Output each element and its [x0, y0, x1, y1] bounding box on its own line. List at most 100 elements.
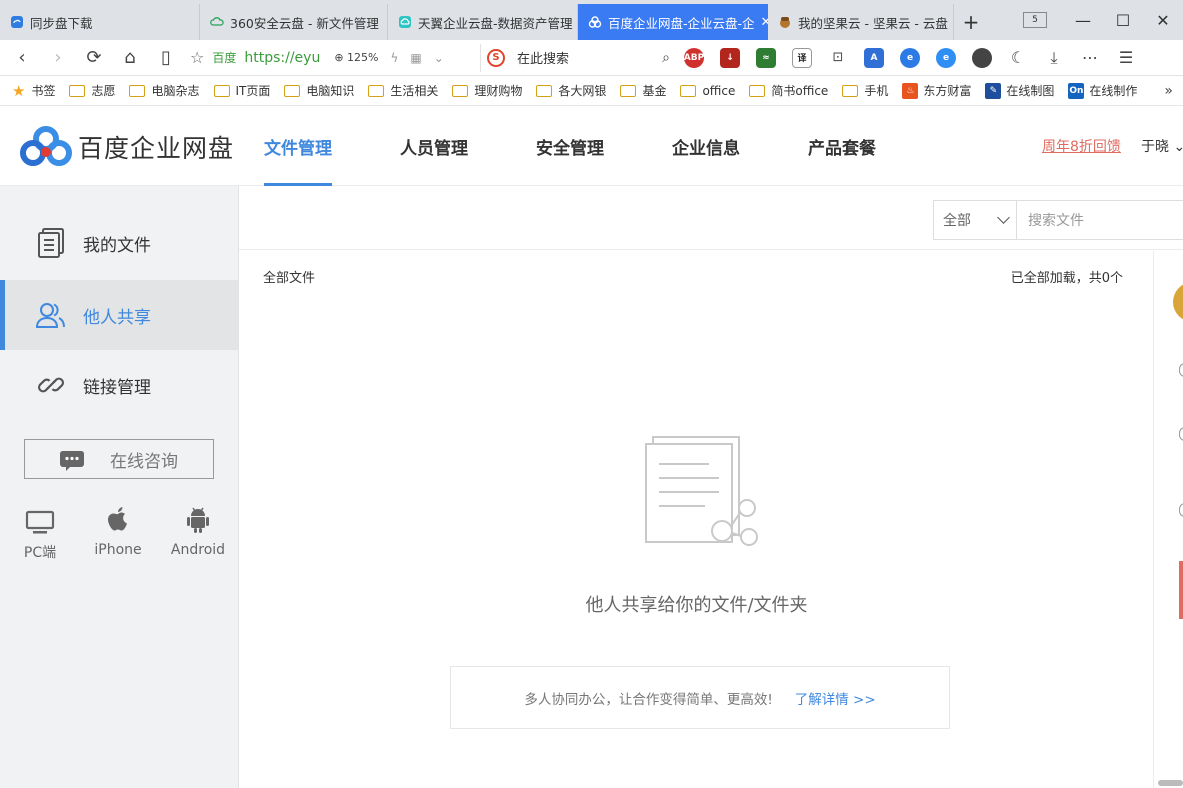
translate-icon[interactable]: 译: [784, 46, 820, 70]
url-box[interactable]: ☆ 百度 https://eyu ⊕ 125% ϟ ▦ ⌄: [190, 44, 480, 72]
nav-enterprise-info[interactable]: 企业信息: [672, 106, 740, 186]
bookmark-item[interactable]: ★ 书签: [12, 82, 55, 100]
browser-tab[interactable]: 我的坚果云 - 坚果云 - 云盘: [768, 4, 954, 40]
side-tool-icon[interactable]: [1179, 427, 1183, 441]
back-icon[interactable]: ‹: [4, 47, 40, 68]
menu-icon[interactable]: ☰: [1108, 46, 1144, 70]
bookmarks-bar: ★ 书签 志愿 电脑杂志 IT页面 电脑知识 生活相关 理财购物 各大网银 基金 …: [0, 76, 1183, 106]
sogou-search-icon[interactable]: S: [487, 48, 505, 67]
download-pc-client[interactable]: PC端: [20, 506, 60, 562]
tab-title: 天翼企业云盘-数据资产管理: [418, 15, 573, 31]
browser-tab[interactable]: 天翼企业云盘-数据资产管理: [388, 4, 578, 40]
side-tool-icon[interactable]: [1179, 503, 1183, 517]
more-options-icon[interactable]: ⋯: [1072, 46, 1108, 70]
browser-search-placeholder: 在此搜索: [517, 52, 570, 67]
chevron-down-icon: [997, 211, 1010, 224]
browser-tab-active[interactable]: 百度企业网盘-企业云盘-企 ✕: [578, 4, 768, 40]
bookmark-star-icon[interactable]: ☆: [190, 48, 204, 67]
file-type-filter[interactable]: 全部: [933, 200, 1017, 240]
avatar[interactable]: [1173, 282, 1183, 322]
home-icon[interactable]: ⌂: [112, 47, 148, 68]
zoom-level[interactable]: ⊕ 125%: [334, 51, 378, 64]
close-tab-icon[interactable]: ✕: [761, 15, 768, 30]
new-tab-button[interactable]: +: [954, 4, 988, 40]
folder-icon: [69, 84, 86, 97]
browser-search-box[interactable]: S 在此搜索 ⌕: [480, 43, 670, 72]
nav-member-management[interactable]: 人员管理: [400, 106, 468, 186]
reload-icon[interactable]: ⟳: [76, 47, 112, 68]
browser-tab[interactable]: 同步盘下载: [0, 4, 200, 40]
chat-extension-icon[interactable]: e: [892, 46, 928, 70]
browser-logo-icon[interactable]: e: [928, 46, 964, 70]
download-helper-icon[interactable]: ↓: [712, 46, 748, 70]
url-text[interactable]: https://eyu: [244, 50, 320, 66]
nut-icon: [780, 17, 790, 28]
browser-tab[interactable]: 360安全云盘 - 新文件管理: [200, 4, 388, 40]
nav-product-plans[interactable]: 产品套餐: [808, 106, 876, 186]
bookmark-folder[interactable]: 手机: [842, 82, 888, 99]
sidebar-item-shared-by-others[interactable]: 他人共享: [0, 280, 238, 350]
flash-icon[interactable]: ϟ: [391, 51, 399, 65]
bookmark-site[interactable]: ♨ 东方财富: [902, 82, 971, 99]
download-icon[interactable]: ⤓: [1036, 46, 1072, 70]
file-search-input[interactable]: 搜索文件: [1016, 200, 1183, 240]
bookmarks-more-icon[interactable]: »: [1164, 83, 1173, 99]
download-iphone-client[interactable]: iPhone: [90, 506, 146, 558]
folder-icon: [620, 84, 637, 97]
breadcrumb[interactable]: 全部文件: [263, 267, 315, 286]
close-window-button[interactable]: ✕: [1143, 11, 1183, 30]
night-mode-icon[interactable]: ☾: [1000, 46, 1036, 70]
online-consult-button[interactable]: 在线咨询: [24, 439, 214, 479]
side-feedback-tab[interactable]: [1179, 561, 1183, 619]
document-icon: [36, 228, 66, 258]
users-icon: [36, 300, 66, 330]
bookmark-folder[interactable]: 理财购物: [452, 82, 522, 99]
bookmark-folder[interactable]: 基金: [620, 82, 666, 99]
filter-value: 全部: [943, 213, 971, 229]
bookmark-folder[interactable]: office: [680, 84, 735, 98]
sidebar-item-my-files[interactable]: 我的文件: [0, 208, 238, 278]
user-menu[interactable]: 于晓 ⌄: [1141, 136, 1183, 156]
bookmark-folder[interactable]: 电脑杂志: [129, 82, 200, 99]
reader-icon[interactable]: ▯: [148, 47, 184, 68]
bookmark-folder[interactable]: 简书office: [749, 82, 828, 99]
nav-file-management[interactable]: 文件管理: [264, 106, 332, 186]
nav-security-management[interactable]: 安全管理: [536, 106, 604, 186]
tab-title: 同步盘下载: [30, 15, 93, 31]
color-extension-icon[interactable]: ≈: [748, 46, 784, 70]
bookmark-folder[interactable]: IT页面: [213, 82, 270, 99]
maximize-button[interactable]: ☐: [1103, 11, 1143, 30]
adblock-icon[interactable]: ABP: [676, 46, 712, 70]
download-android-client[interactable]: Android: [167, 506, 229, 558]
folder-icon: [368, 84, 385, 97]
search-icon[interactable]: ⌕: [662, 50, 670, 66]
monitor-icon: [25, 506, 55, 534]
side-tool-icon[interactable]: [1179, 363, 1183, 377]
empty-state-message: 他人共享给你的文件/文件夹: [585, 595, 808, 616]
bookmark-folder[interactable]: 电脑知识: [284, 82, 354, 99]
bookmark-folder[interactable]: 志愿: [69, 82, 115, 99]
main-content: 全部 搜索文件 全部文件 已全部加载，共0个 他人共享给你的文件/文件夹 多人协…: [239, 186, 1183, 788]
star-icon: ★: [12, 81, 26, 100]
learn-more-link[interactable]: 了解详情 >>: [795, 688, 876, 708]
minimize-button[interactable]: —: [1063, 11, 1103, 30]
bookmark-site[interactable]: On 在线制作: [1068, 82, 1137, 99]
forward-icon[interactable]: ›: [40, 47, 76, 68]
folder-icon: [129, 84, 146, 97]
screenshot-icon[interactable]: ⊡: [820, 46, 856, 70]
tab-counter[interactable]: 5: [1023, 12, 1047, 28]
folder-icon: [536, 84, 553, 97]
tab-title: 我的坚果云 - 坚果云 - 云盘: [798, 15, 948, 31]
folder-icon: [452, 84, 469, 97]
bookmark-folder[interactable]: 生活相关: [368, 82, 438, 99]
qr-code-icon[interactable]: ▦: [410, 51, 421, 65]
dropdown-chevron-icon[interactable]: ⌄: [434, 51, 444, 65]
moon-ball-icon[interactable]: [964, 46, 1000, 70]
brand-logo[interactable]: 百度企业网盘: [20, 126, 234, 168]
bookmark-site[interactable]: ✎ 在线制图: [985, 82, 1054, 99]
bookmark-folder[interactable]: 各大网银: [536, 82, 606, 99]
horizontal-scrollbar[interactable]: [1158, 780, 1183, 786]
anniversary-promo-link[interactable]: 周年8折回馈: [1042, 136, 1121, 156]
translate-language-icon[interactable]: A: [856, 46, 892, 70]
sidebar-item-link-management[interactable]: 链接管理: [0, 350, 238, 420]
